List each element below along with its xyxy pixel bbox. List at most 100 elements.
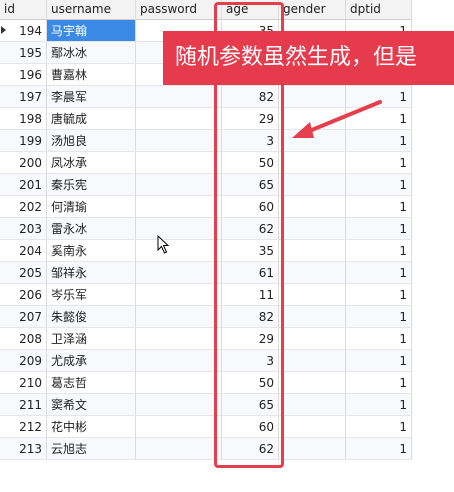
gender-cell[interactable] — [279, 240, 346, 262]
table-row[interactable]: 206 岑乐军 11 1 — [0, 284, 412, 306]
username-cell[interactable]: 朱懿俊 — [47, 306, 136, 328]
username-cell[interactable]: 卫泽涵 — [47, 328, 136, 350]
dptid-cell[interactable]: 1 — [346, 416, 412, 438]
password-cell[interactable] — [136, 372, 222, 394]
table-row[interactable]: 203 雷永冰 62 1 — [0, 218, 412, 240]
column-header-gender[interactable]: gender — [279, 0, 346, 20]
dptid-cell[interactable]: 1 — [346, 262, 412, 284]
password-cell[interactable] — [136, 218, 222, 240]
table-row[interactable]: 211 窦希文 65 1 — [0, 394, 412, 416]
id-cell[interactable]: 205 — [0, 262, 47, 284]
username-cell[interactable]: 窦希文 — [47, 394, 136, 416]
table-row[interactable]: 213 云旭志 62 1 — [0, 438, 412, 460]
username-cell[interactable]: 邹祥永 — [47, 262, 136, 284]
password-cell[interactable] — [136, 438, 222, 460]
username-cell[interactable]: 凤冰承 — [47, 152, 136, 174]
username-cell[interactable]: 鄢冰冰 — [47, 42, 136, 64]
username-cell[interactable]: 何清瑜 — [47, 196, 136, 218]
gender-cell[interactable] — [279, 328, 346, 350]
id-cell[interactable]: 199 — [0, 130, 47, 152]
gender-cell[interactable] — [279, 306, 346, 328]
password-cell[interactable] — [136, 174, 222, 196]
gender-cell[interactable] — [279, 350, 346, 372]
gender-cell[interactable] — [279, 218, 346, 240]
dptid-cell[interactable]: 1 — [346, 284, 412, 306]
password-cell[interactable] — [136, 394, 222, 416]
gender-cell[interactable] — [279, 174, 346, 196]
id-cell[interactable]: 208 — [0, 328, 47, 350]
dptid-cell[interactable]: 1 — [346, 306, 412, 328]
id-cell[interactable]: 195 — [0, 42, 47, 64]
password-cell[interactable] — [136, 262, 222, 284]
password-cell[interactable] — [136, 284, 222, 306]
dptid-cell[interactable]: 1 — [346, 174, 412, 196]
id-cell[interactable]: 207 — [0, 306, 47, 328]
gender-cell[interactable] — [279, 372, 346, 394]
dptid-cell[interactable]: 1 — [346, 240, 412, 262]
table-row[interactable]: 212 花中彬 60 1 — [0, 416, 412, 438]
username-cell[interactable]: 花中彬 — [47, 416, 136, 438]
username-cell[interactable]: 李晨军 — [47, 86, 136, 108]
column-header-username[interactable]: username — [47, 0, 136, 20]
gender-cell[interactable] — [279, 284, 346, 306]
dptid-cell[interactable]: 1 — [346, 328, 412, 350]
table-row[interactable]: 210 葛志哲 50 1 — [0, 372, 412, 394]
gender-cell[interactable] — [279, 438, 346, 460]
table-row[interactable]: 204 奚南永 35 1 — [0, 240, 412, 262]
username-cell[interactable]: 秦乐宪 — [47, 174, 136, 196]
table-row[interactable]: 202 何清瑜 60 1 — [0, 196, 412, 218]
table-row[interactable]: 205 邹祥永 61 1 — [0, 262, 412, 284]
id-cell[interactable]: 201 — [0, 174, 47, 196]
id-cell[interactable]: 197 — [0, 86, 47, 108]
dptid-cell[interactable]: 1 — [346, 394, 412, 416]
id-cell[interactable]: 198 — [0, 108, 47, 130]
id-cell[interactable]: 212 — [0, 416, 47, 438]
id-cell[interactable]: 211 — [0, 394, 47, 416]
table-row[interactable]: 209 尤成承 3 1 — [0, 350, 412, 372]
username-cell[interactable]: 马宇翰 — [47, 20, 136, 42]
dptid-cell[interactable]: 1 — [346, 372, 412, 394]
username-cell[interactable]: 尤成承 — [47, 350, 136, 372]
id-cell[interactable]: 210 — [0, 372, 47, 394]
dptid-cell[interactable]: 1 — [346, 196, 412, 218]
column-header-password[interactable]: password — [136, 0, 222, 20]
username-cell[interactable]: 雷永冰 — [47, 218, 136, 240]
id-cell[interactable]: 204 — [0, 240, 47, 262]
username-cell[interactable]: 奚南永 — [47, 240, 136, 262]
username-cell[interactable]: 云旭志 — [47, 438, 136, 460]
table-row[interactable]: 207 朱懿俊 82 1 — [0, 306, 412, 328]
id-cell[interactable]: 200 — [0, 152, 47, 174]
password-cell[interactable] — [136, 152, 222, 174]
username-cell[interactable]: 汤旭良 — [47, 130, 136, 152]
id-cell[interactable]: 203 — [0, 218, 47, 240]
password-cell[interactable] — [136, 416, 222, 438]
password-cell[interactable] — [136, 196, 222, 218]
gender-cell[interactable] — [279, 394, 346, 416]
password-cell[interactable] — [136, 240, 222, 262]
username-cell[interactable]: 曹嘉林 — [47, 64, 136, 86]
password-cell[interactable] — [136, 306, 222, 328]
dptid-cell[interactable]: 1 — [346, 438, 412, 460]
gender-cell[interactable] — [279, 152, 346, 174]
table-row[interactable]: 200 凤冰承 50 1 — [0, 152, 412, 174]
id-cell[interactable]: 209 — [0, 350, 47, 372]
gender-cell[interactable] — [279, 196, 346, 218]
id-cell[interactable]: 202 — [0, 196, 47, 218]
username-cell[interactable]: 唐毓成 — [47, 108, 136, 130]
id-cell[interactable]: 206 — [0, 284, 47, 306]
dptid-cell[interactable]: 1 — [346, 152, 412, 174]
id-cell[interactable]: 196 — [0, 64, 47, 86]
id-cell[interactable]: 213 — [0, 438, 47, 460]
dptid-cell[interactable]: 1 — [346, 350, 412, 372]
username-cell[interactable]: 岑乐军 — [47, 284, 136, 306]
gender-cell[interactable] — [279, 262, 346, 284]
column-header-id[interactable]: id — [0, 0, 47, 20]
table-row[interactable]: 201 秦乐宪 65 1 — [0, 174, 412, 196]
username-cell[interactable]: 葛志哲 — [47, 372, 136, 394]
gender-cell[interactable] — [279, 416, 346, 438]
password-cell[interactable] — [136, 328, 222, 350]
password-cell[interactable] — [136, 86, 222, 108]
column-header-dptid[interactable]: dptid — [346, 0, 412, 20]
dptid-cell[interactable]: 1 — [346, 218, 412, 240]
table-row[interactable]: 208 卫泽涵 29 1 — [0, 328, 412, 350]
